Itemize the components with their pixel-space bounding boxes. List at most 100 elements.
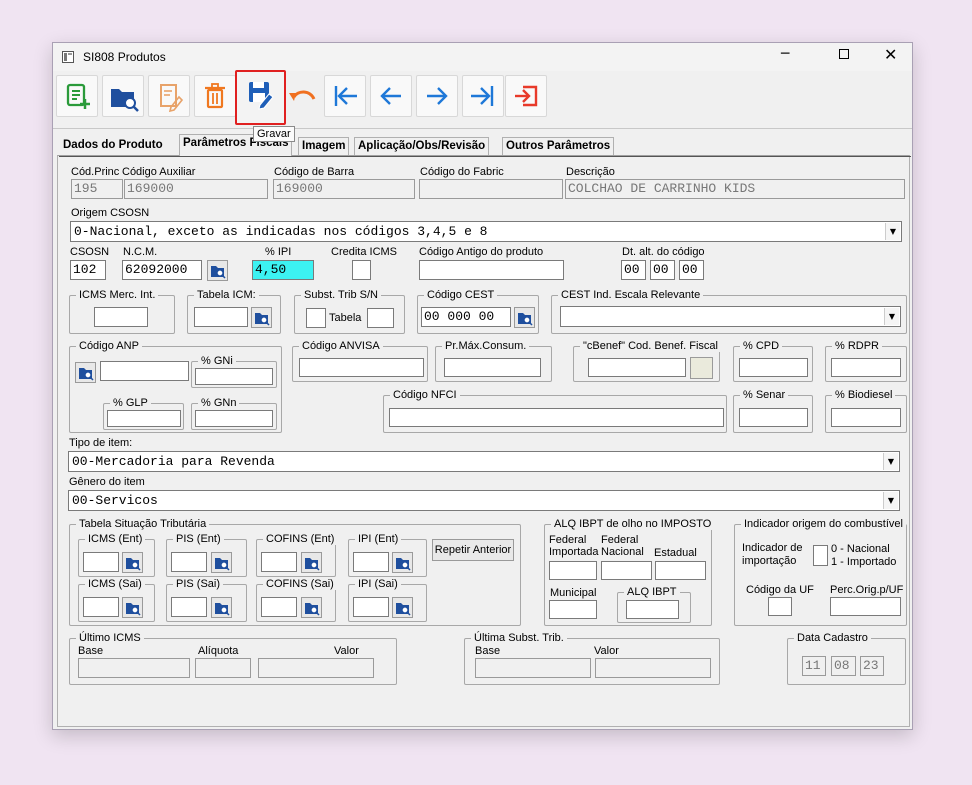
chevron-down-icon[interactable]: ▼ [883, 492, 898, 509]
next-record-button[interactable] [416, 75, 458, 117]
save-button[interactable] [235, 70, 286, 125]
rdpr-field[interactable] [831, 358, 901, 377]
icms-merc-field[interactable] [94, 307, 148, 327]
cod-uf-field[interactable] [768, 597, 792, 616]
pr-max-field[interactable] [444, 358, 541, 377]
data-cad-year[interactable]: 23 [860, 656, 884, 676]
subst-base-field[interactable] [475, 658, 591, 678]
anvisa-field[interactable] [299, 358, 424, 377]
chevron-down-icon[interactable]: ▼ [883, 453, 898, 470]
tipo-item-select[interactable]: 00-Mercadoria para Revenda ▼ [68, 451, 900, 472]
ncm-search-button[interactable] [207, 260, 228, 281]
subst-trib-group: Subst. Trib S/N Tabela [294, 289, 405, 334]
toolbar-separator [53, 128, 912, 129]
cod-barra-field[interactable]: 169000 [273, 179, 415, 199]
subst-trib-field[interactable] [306, 308, 326, 328]
credita-icms-field[interactable] [352, 260, 371, 280]
gnn-field[interactable] [195, 410, 273, 427]
municipal-field[interactable] [549, 600, 597, 619]
icms-ent-field[interactable] [83, 552, 119, 572]
ipi-field[interactable]: 4,50 [252, 260, 314, 280]
dt-alt-month[interactable]: 00 [650, 260, 675, 280]
delete-button[interactable] [194, 75, 236, 117]
cod-aux-field[interactable]: 169000 [124, 179, 268, 199]
first-record-button[interactable] [324, 75, 366, 117]
nfci-field[interactable] [389, 408, 724, 427]
cbenef-button[interactable] [690, 357, 713, 379]
tab-aplicacao[interactable]: Aplicação/Obs/Revisão [354, 137, 490, 156]
tab-outros-parametros[interactable]: Outros Parâmetros [502, 137, 615, 156]
biodiesel-field[interactable] [831, 408, 901, 427]
csosn-field[interactable]: 102 [70, 260, 106, 280]
icms-sai-field[interactable] [83, 597, 119, 617]
subst-valor-field[interactable] [595, 658, 711, 678]
ultimo-aliquota-field[interactable] [195, 658, 251, 678]
cest-ind-select[interactable]: ▼ [560, 306, 901, 327]
last-record-button[interactable] [462, 75, 504, 117]
cofins-sai-field[interactable] [261, 597, 297, 617]
ind-imp-field[interactable] [813, 545, 828, 566]
search-button[interactable] [102, 75, 144, 117]
tabela-icm-field[interactable] [194, 307, 248, 327]
subst-tabela-field[interactable] [367, 308, 394, 328]
fed-imp-field[interactable] [549, 561, 597, 580]
pis-sai-search-button[interactable] [211, 597, 232, 618]
ipi-sai-field[interactable] [353, 597, 389, 617]
genero-select[interactable]: 00-Servicos ▼ [68, 490, 900, 511]
repetir-anterior-button[interactable]: Repetir Anterior [432, 539, 514, 561]
icms-sai-search-button[interactable] [122, 597, 143, 618]
opt-nacional: 0 - Nacional [831, 543, 890, 555]
exit-button[interactable] [505, 75, 547, 117]
undo-button[interactable] [282, 75, 324, 117]
alq-ibpt-field[interactable] [626, 600, 679, 619]
cofins-ent-field[interactable] [261, 552, 297, 572]
chevron-down-icon[interactable]: ▼ [884, 308, 899, 325]
origem-select[interactable]: 0-Nacional, exceto as indicadas nos códi… [70, 221, 902, 242]
previous-record-button[interactable] [370, 75, 412, 117]
cest-ind-group: CEST Ind. Escala Relevante ▼ [551, 289, 907, 334]
gni-field[interactable] [195, 368, 273, 385]
cod-princ-field[interactable]: 195 [71, 179, 123, 199]
municipal-label: Municipal [550, 587, 597, 599]
anp-search-button[interactable] [75, 362, 96, 383]
pis-ent-search-button[interactable] [211, 552, 232, 573]
perc-uf-field[interactable] [830, 597, 901, 616]
edit-button[interactable] [148, 75, 190, 117]
glp-field[interactable] [107, 410, 181, 427]
pis-ent-field[interactable] [171, 552, 207, 572]
data-cad-day[interactable]: 11 [802, 656, 826, 676]
dt-alt-day[interactable]: 00 [621, 260, 646, 280]
ultimo-valor-field[interactable] [258, 658, 374, 678]
new-button[interactable] [56, 75, 98, 117]
cofins-sai-search-button[interactable] [301, 597, 322, 618]
minimize-icon[interactable]: ─ [781, 46, 789, 62]
ipi-sai-search-button[interactable] [392, 597, 413, 618]
chevron-down-icon[interactable]: ▼ [885, 223, 900, 240]
cest-field[interactable]: 00 000 00 [421, 307, 511, 327]
data-cad-month[interactable]: 08 [831, 656, 856, 676]
combustivel-label: Indicador origem do combustível [741, 518, 906, 530]
senar-field[interactable] [739, 408, 808, 427]
cbenef-field[interactable] [588, 358, 686, 377]
cest-search-button[interactable] [514, 307, 535, 328]
cod-antigo-field[interactable] [419, 260, 564, 280]
cpd-field[interactable] [739, 358, 808, 377]
estadual-field[interactable] [655, 561, 706, 580]
maximize-icon[interactable] [839, 49, 849, 59]
anp-field[interactable] [100, 361, 189, 381]
tab-imagem[interactable]: Imagem [298, 137, 350, 156]
ncm-field[interactable]: 62092000 [122, 260, 202, 280]
cod-fabric-field[interactable] [419, 179, 563, 199]
ipi-ent-field[interactable] [353, 552, 389, 572]
dt-alt-year[interactable]: 00 [679, 260, 704, 280]
descricao-field[interactable]: COLCHAO DE CARRINHO KIDS [565, 179, 905, 199]
close-icon[interactable]: ✕ [884, 45, 897, 64]
pis-sai-field[interactable] [171, 597, 207, 617]
ultimo-base-field[interactable] [78, 658, 190, 678]
icms-ent-search-button[interactable] [122, 552, 143, 573]
ipi-ent-search-button[interactable] [392, 552, 413, 573]
fed-nac-field[interactable] [601, 561, 652, 580]
cofins-ent-search-button[interactable] [301, 552, 322, 573]
tab-dados-produto[interactable]: Dados do Produto [60, 137, 166, 156]
tabela-icm-search-button[interactable] [251, 307, 272, 328]
